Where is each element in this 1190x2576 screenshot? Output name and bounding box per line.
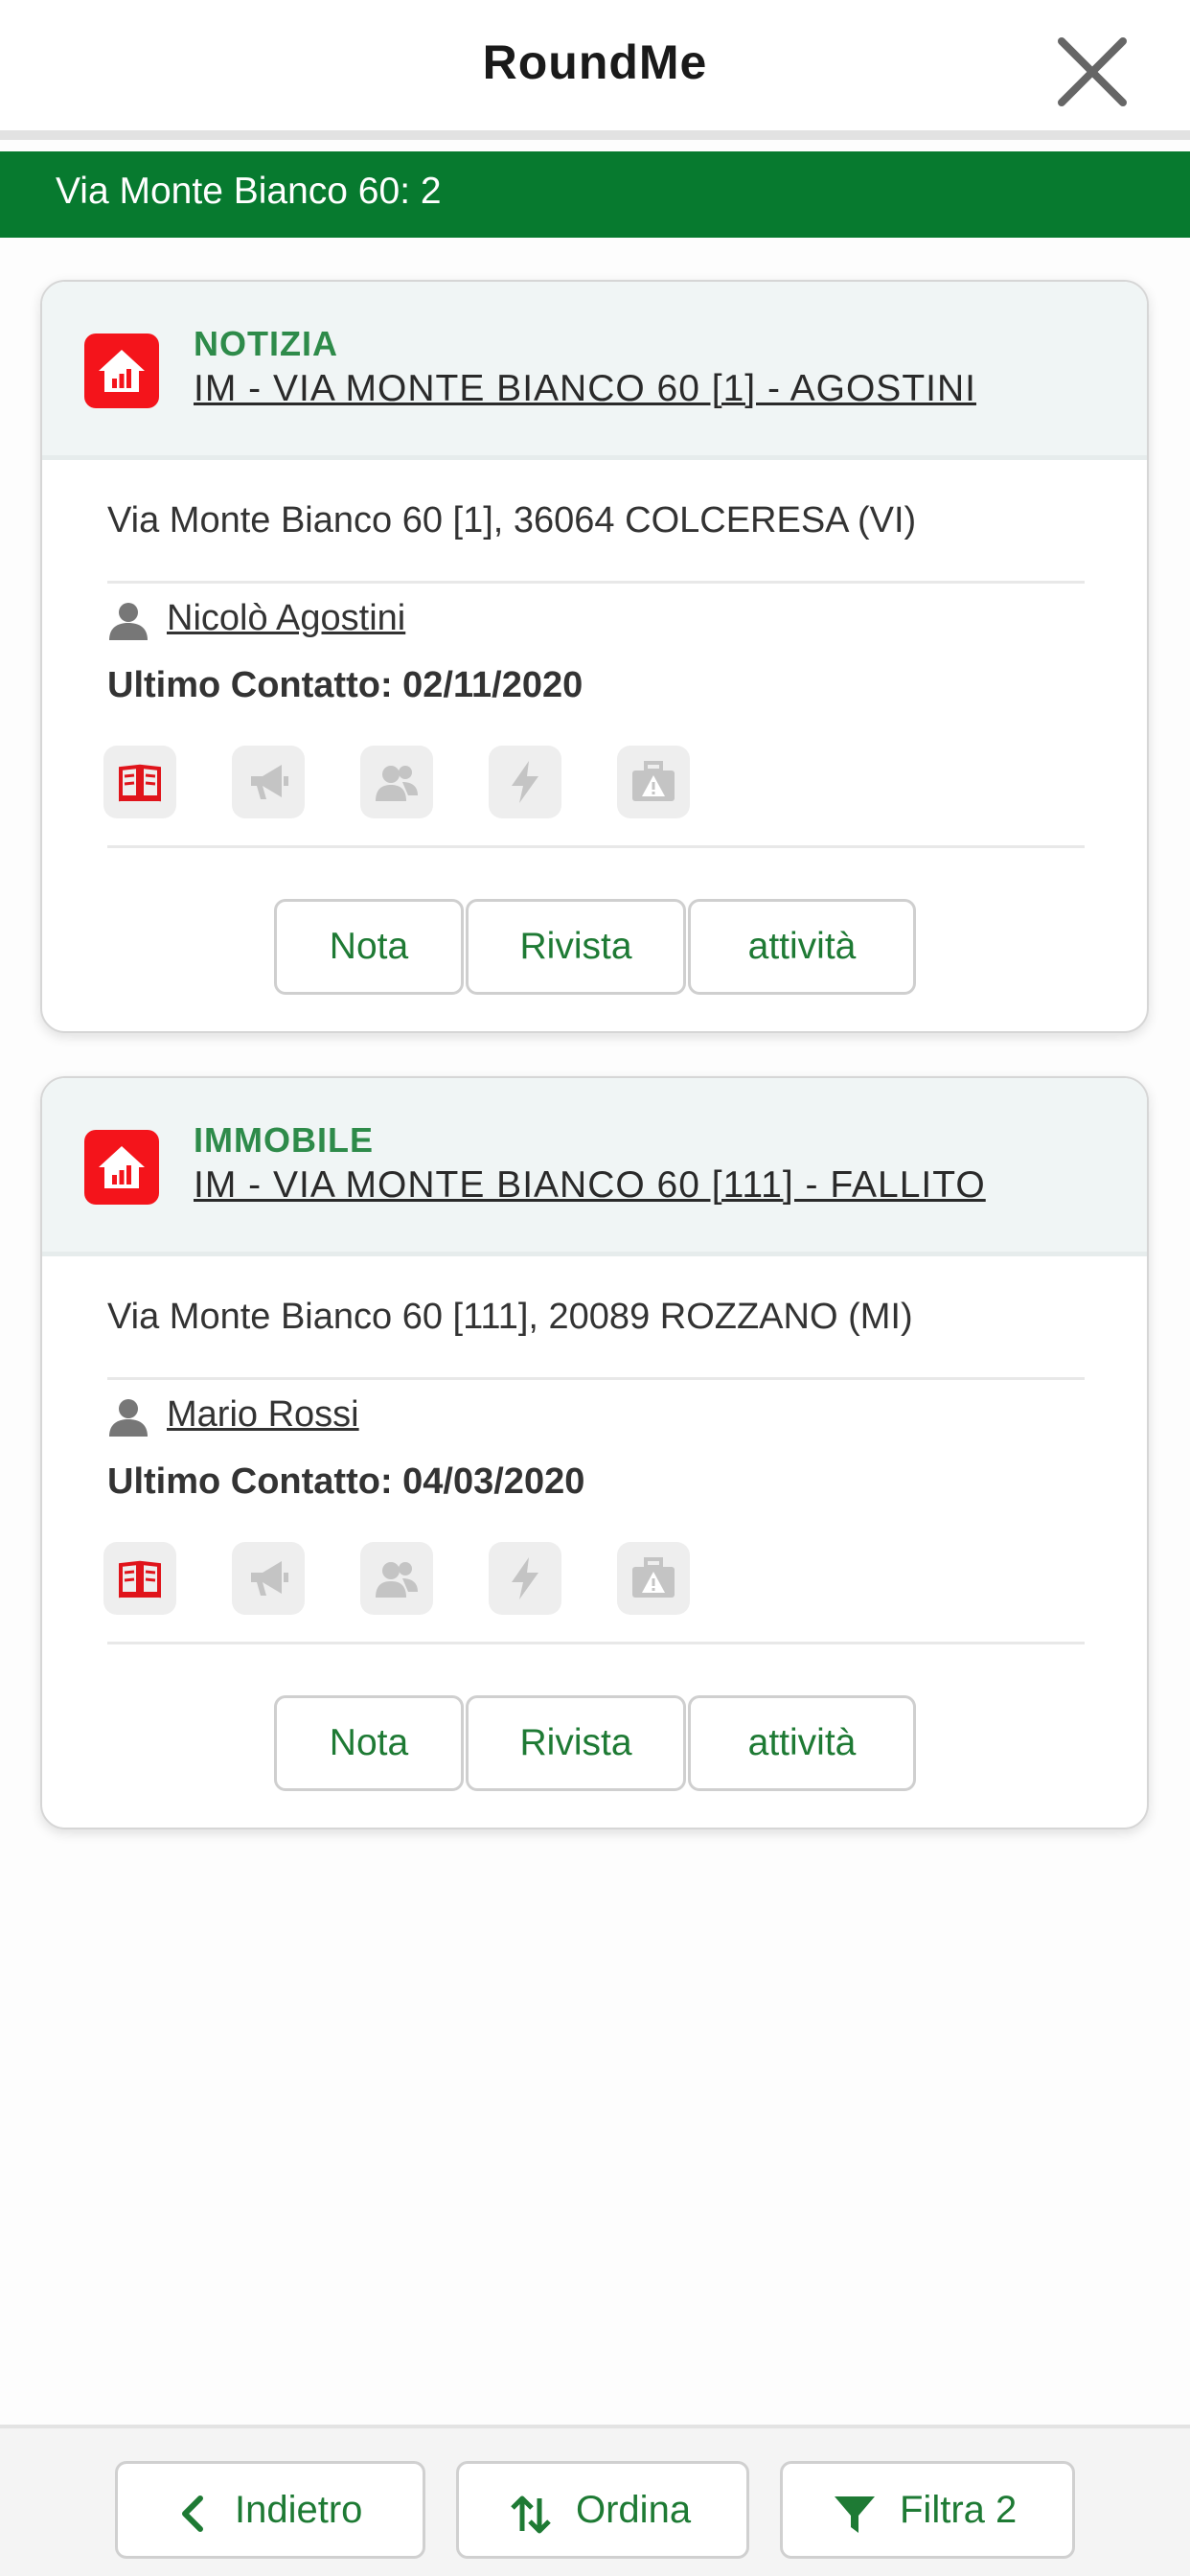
briefcase-alert-icon-button[interactable] (617, 746, 690, 818)
lightning-icon-button[interactable] (489, 1542, 561, 1615)
contact-name-link[interactable]: Nicolò Agostini (167, 598, 405, 639)
last-contact: Ultimo Contatto: 04/03/2020 (107, 1461, 585, 1502)
contacts-icon (376, 766, 418, 801)
card-address: Via Monte Bianco 60 [111], 20089 ROZZANO… (107, 1297, 913, 1337)
divider (107, 845, 1085, 848)
attivita-button[interactable]: attività (688, 1695, 916, 1791)
last-contact: Ultimo Contatto: 02/11/2020 (107, 665, 584, 705)
address-group-banner: Via Monte Bianco 60: 2 (0, 151, 1190, 238)
contact-name-link[interactable]: Mario Rossi (167, 1394, 359, 1436)
rivista-button[interactable]: Rivista (466, 1695, 686, 1791)
home-icon (84, 1130, 159, 1205)
filter-icon (835, 2496, 875, 2533)
contacts-icon-button[interactable] (360, 746, 433, 818)
app-header: RoundMe (0, 0, 1190, 140)
card-title-link[interactable]: IM - VIA MONTE BIANCO 60 [1] - AGOSTINI (194, 368, 976, 410)
filter-label: Filtra 2 (900, 2489, 1018, 2531)
briefcase-alert-icon-button[interactable] (617, 1542, 690, 1615)
book-icon (119, 764, 161, 802)
megaphone-icon-button[interactable] (232, 746, 305, 818)
contacts-icon-button[interactable] (360, 1542, 433, 1615)
person-icon (109, 603, 148, 640)
back-button[interactable]: Indietro (115, 2461, 425, 2559)
lightning-icon-button[interactable] (489, 746, 561, 818)
app-title: RoundMe (482, 35, 708, 89)
card-address: Via Monte Bianco 60 [1], 36064 COLCERESA… (107, 500, 917, 540)
divider (107, 1377, 1085, 1380)
lightning-icon (512, 761, 538, 803)
book-icon-button[interactable] (103, 1542, 176, 1615)
megaphone-icon (251, 1561, 288, 1596)
megaphone-icon (251, 765, 288, 799)
property-card: NOTIZIA IM - VIA MONTE BIANCO 60 [1] - A… (40, 280, 1149, 1033)
card-type-label: IMMOBILE (194, 1120, 374, 1160)
megaphone-icon-button[interactable] (232, 1542, 305, 1615)
card-title-link[interactable]: IM - VIA MONTE BIANCO 60 [111] - FALLITO (194, 1164, 986, 1207)
back-label: Indietro (235, 2489, 363, 2531)
property-card: IMMOBILE IM - VIA MONTE BIANCO 60 [111] … (40, 1076, 1149, 1829)
card-header: NOTIZIA IM - VIA MONTE BIANCO 60 [1] - A… (42, 282, 1147, 460)
card-type-label: NOTIZIA (194, 324, 338, 363)
nota-button[interactable]: Nota (274, 1695, 464, 1791)
sort-button[interactable]: Ordina (456, 2461, 749, 2559)
person-icon (109, 1399, 148, 1437)
card-header: IMMOBILE IM - VIA MONTE BIANCO 60 [111] … (42, 1078, 1147, 1256)
banner-text: Via Monte Bianco 60: 2 (56, 171, 442, 212)
divider (107, 1642, 1085, 1644)
close-button[interactable] (1054, 34, 1131, 110)
briefcase-alert-icon (632, 1557, 675, 1598)
chevron-left-icon (182, 2496, 203, 2532)
sort-icon (511, 2496, 551, 2534)
rivista-button[interactable]: Rivista (466, 899, 686, 995)
divider (107, 581, 1085, 584)
book-icon (119, 1560, 161, 1598)
close-icon (1058, 37, 1127, 106)
bottom-toolbar: Indietro Ordina Filtra 2 (0, 2425, 1190, 2576)
attivita-button[interactable]: attività (688, 899, 916, 995)
lightning-icon (512, 1557, 538, 1599)
briefcase-alert-icon (632, 761, 675, 801)
home-icon (84, 334, 159, 408)
sort-label: Ordina (576, 2489, 692, 2531)
book-icon-button[interactable] (103, 746, 176, 818)
contacts-icon (376, 1562, 418, 1598)
nota-button[interactable]: Nota (274, 899, 464, 995)
filter-button[interactable]: Filtra 2 (780, 2461, 1075, 2559)
